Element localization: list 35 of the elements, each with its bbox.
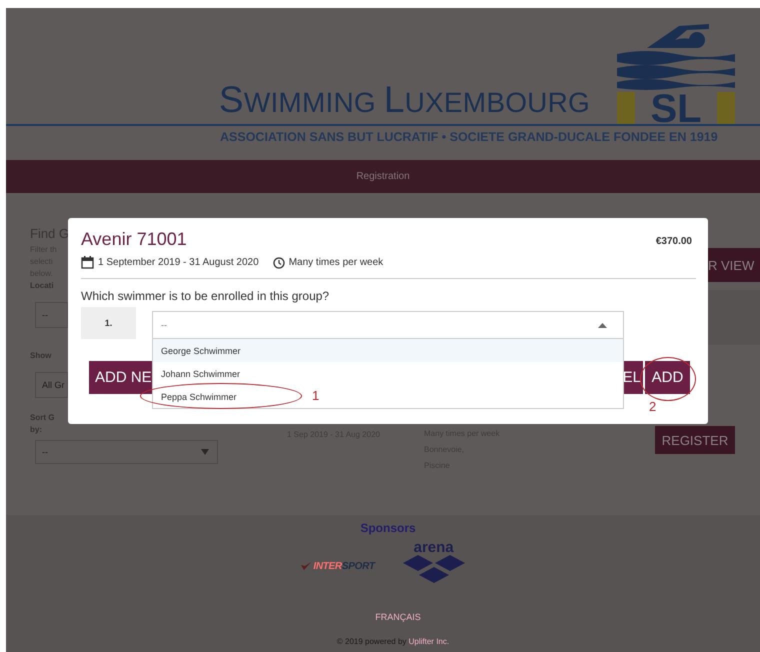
- add-button[interactable]: ADD: [645, 361, 690, 394]
- clock-icon: [272, 256, 285, 268]
- schedule-text: Many times per week: [288, 257, 384, 268]
- sort-select[interactable]: --: [35, 440, 218, 464]
- register-button[interactable]: REGISTER: [655, 426, 735, 454]
- swimmer-option[interactable]: Johann Schwimmer: [161, 368, 240, 378]
- sponsor-logo: arena: [414, 540, 454, 554]
- location-select[interactable]: --: [35, 302, 68, 328]
- price: €370.00: [656, 236, 692, 247]
- swimmer-option[interactable]: George Schwimmer: [161, 346, 241, 356]
- add-new-button[interactable]: ADD NE: [89, 361, 153, 394]
- tagline: ASSOCIATION SANS BUT LUCRATIF • SOCIETE GRAND-DUCALE FONDEE EN 1919: [219, 129, 719, 144]
- calendar-icon: [81, 256, 94, 269]
- sponsors-heading: Sponsors: [360, 521, 416, 535]
- swimmer-logo-drawing: SL: [617, 18, 735, 124]
- group-title: Avenir 71001: [81, 228, 187, 250]
- caret-up-icon: [598, 322, 607, 328]
- site-title: SWIMMING LUXEMBOURG: [218, 81, 590, 118]
- annotation-number: 1: [312, 388, 320, 403]
- diamonds-icon: [402, 554, 465, 582]
- copyright-text: © 2019 powered by: [336, 637, 406, 646]
- swimmer-option[interactable]: Peppa Schwimmer: [161, 392, 237, 402]
- annotation-number: 2: [649, 399, 656, 414]
- row-number: 1.: [81, 307, 136, 339]
- language-link[interactable]: FRANÇAIS: [375, 612, 421, 622]
- swimmer-select[interactable]: --: [152, 311, 624, 339]
- sponsor-logo: INTERSPORT: [313, 560, 375, 572]
- caret-down-icon: [201, 449, 209, 455]
- company-link[interactable]: Uplifter Inc.: [408, 637, 450, 646]
- check-mark-icon: [301, 562, 312, 570]
- question-text: Which swimmer is to be enrolled in this group?: [81, 289, 330, 303]
- list-view-button[interactable]: R VIEW: [708, 248, 760, 282]
- date-range: 1 September 2019 - 31 August 2020: [98, 257, 259, 268]
- show-select[interactable]: All Gr: [35, 372, 68, 398]
- nav-link[interactable]: Registration: [356, 171, 410, 182]
